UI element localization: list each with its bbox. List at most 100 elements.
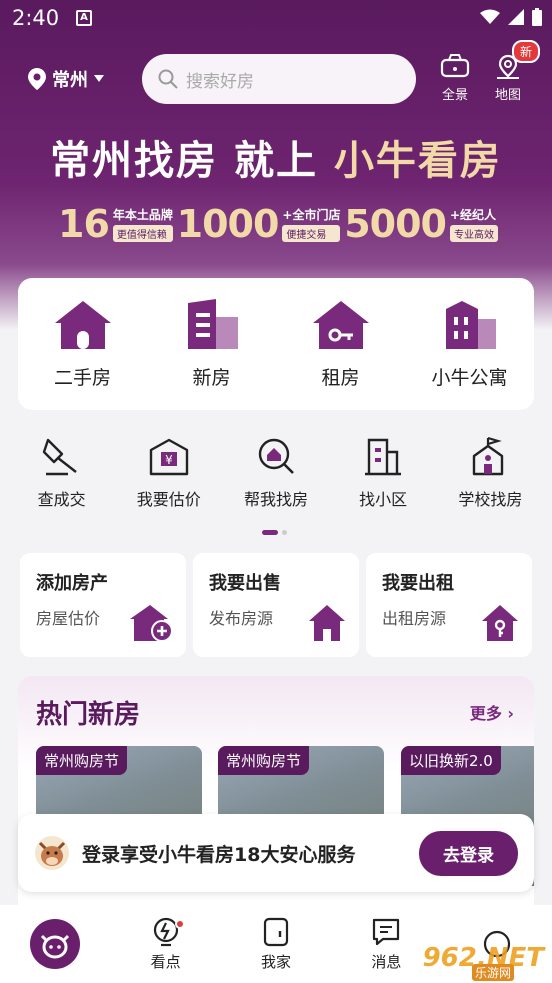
- apartment-icon: [445, 300, 496, 349]
- app-notification-icon: A: [76, 10, 92, 26]
- more-label: 更多: [469, 704, 502, 723]
- indicator-dot-active: [262, 530, 278, 535]
- message-icon: [373, 918, 400, 945]
- action-title: 添加房产: [36, 573, 108, 594]
- stat-number: 16: [58, 202, 110, 246]
- stat-line2: 便捷交易: [282, 225, 341, 242]
- stat-item: 16 年本土品牌更值得信赖: [58, 202, 173, 246]
- gavel-icon: [42, 438, 77, 476]
- rent-out-card[interactable]: 我要出租 出租房源: [366, 553, 532, 657]
- stat-line1: +全市门店: [282, 208, 341, 222]
- login-prompt-text: 登录享受小牛看房18大安心服务: [82, 843, 356, 866]
- category-rent[interactable]: 租房: [286, 299, 396, 390]
- sub-find-house[interactable]: 帮我找房: [226, 436, 326, 510]
- map-label: 地图: [494, 88, 521, 103]
- banner-stats: 16 年本土品牌更值得信赖 1000 +全市门店便捷交易 5000 +经纪人专业…: [58, 202, 498, 246]
- search-placeholder: 搜索好房: [186, 71, 254, 92]
- category-label: 小牛公寓: [431, 366, 508, 389]
- promo-tag: 常州购房节: [36, 746, 128, 775]
- sub-valuation[interactable]: ¥ 我要估价: [119, 436, 219, 510]
- tab-my-home[interactable]: 我家: [231, 917, 321, 972]
- category-label: 租房: [321, 366, 360, 389]
- school-icon: [473, 436, 504, 476]
- stat-line1: +经纪人: [450, 208, 497, 222]
- price-tag-icon: ¥: [149, 438, 188, 476]
- category-apartment[interactable]: 小牛公寓: [415, 299, 525, 390]
- watermark-sub: 乐游网: [471, 964, 514, 981]
- system-icons: [480, 8, 542, 26]
- mascot-avatar-icon: [35, 836, 69, 870]
- category-label: 新房: [192, 366, 231, 389]
- battery-icon: [532, 8, 542, 26]
- section-title: 热门新房: [36, 700, 141, 730]
- more-link[interactable]: 更多 ›: [470, 700, 514, 724]
- slogan-brand: 小牛看房: [333, 138, 502, 184]
- page-indicator: [262, 530, 287, 535]
- sub-label: 学校找房: [458, 490, 523, 509]
- svg-text:¥: ¥: [165, 453, 173, 467]
- sub-school-house[interactable]: 学校找房: [440, 436, 540, 510]
- status-bar: 2:40 A: [0, 0, 552, 36]
- chevron-right-icon: ›: [507, 704, 514, 723]
- vr-glasses-icon: [440, 54, 470, 78]
- city-name: 常州: [52, 70, 88, 91]
- stat-line2: 更值得信赖: [112, 225, 173, 242]
- city-selector[interactable]: 常州: [28, 66, 104, 92]
- tab-messages[interactable]: 消息: [341, 917, 431, 972]
- action-title: 我要出租: [382, 573, 454, 594]
- tab-label: 看点: [150, 952, 181, 971]
- promo-tag: 以旧换新2.0: [401, 746, 501, 775]
- panorama-label: 全景: [441, 88, 468, 103]
- sell-card[interactable]: 我要出售 发布房源: [193, 553, 359, 657]
- wifi-icon: [480, 9, 500, 24]
- search-icon: [158, 69, 178, 89]
- bottom-tab-bar: 看点 我家 消息 962.NET 乐游网: [0, 905, 552, 983]
- promo-tag: 常州购房节: [218, 746, 310, 775]
- stat-item: 5000 +经纪人专业高效: [344, 202, 498, 246]
- top-bar: 常州 搜索好房 全景 地图 新: [0, 40, 552, 108]
- home-logo-icon: [30, 919, 81, 969]
- search-input[interactable]: 搜索好房: [142, 54, 416, 104]
- house-sell-icon: [309, 605, 345, 641]
- sub-label: 查成交: [37, 490, 86, 509]
- stat-number: 1000: [176, 202, 280, 246]
- sub-category-row: 查成交 ¥ 我要估价 帮我找房 找小区 学校找房: [0, 436, 552, 510]
- action-card-row: 添加房产 房屋估价 我要出售 发布房源 我要出租 出租房源: [20, 553, 532, 657]
- key-house-icon: [312, 300, 369, 349]
- action-title: 我要出售: [209, 573, 281, 594]
- main-category-card: 二手房 新房 租房 小牛公寓: [18, 278, 534, 410]
- tab-highlights[interactable]: 看点: [121, 917, 211, 972]
- new-badge: 新: [511, 40, 540, 63]
- house-add-icon: [130, 605, 173, 642]
- category-new-house[interactable]: 新房: [157, 298, 267, 390]
- sub-check-deals[interactable]: 查成交: [12, 436, 112, 510]
- category-second-hand[interactable]: 二手房: [28, 299, 138, 390]
- login-prompt: 登录享受小牛看房18大安心服务 去登录: [18, 814, 534, 892]
- signal-icon: [508, 9, 524, 25]
- slogan-part1: 常州找房 就上: [50, 138, 318, 184]
- home-card-icon: [263, 917, 289, 946]
- stat-line2: 专业高效: [450, 225, 498, 242]
- status-time: 2:40: [12, 6, 60, 30]
- indicator-dot: [282, 530, 287, 535]
- tab-label: 我家: [260, 952, 291, 971]
- login-button[interactable]: 去登录: [419, 830, 518, 876]
- search-house-icon: [258, 438, 294, 474]
- house-key-icon: [482, 605, 518, 641]
- add-property-card[interactable]: 添加房产 房屋估价: [20, 553, 186, 657]
- building-icon: [187, 298, 238, 349]
- tab-home[interactable]: [10, 918, 100, 970]
- map-button[interactable]: 地图 新: [488, 40, 540, 103]
- sub-label: 我要估价: [136, 490, 201, 509]
- stat-line1: 年本土品牌: [112, 208, 173, 222]
- stat-number: 5000: [344, 202, 447, 246]
- category-label: 二手房: [53, 366, 111, 389]
- location-pin-icon: [28, 68, 46, 90]
- notification-dot: [174, 918, 185, 929]
- sub-label: 找小区: [359, 490, 408, 509]
- caret-down-icon: [94, 75, 104, 82]
- sub-community[interactable]: 找小区: [333, 436, 433, 510]
- community-icon: [365, 438, 402, 476]
- panorama-button[interactable]: 全景: [435, 54, 475, 103]
- tab-label: 消息: [371, 952, 402, 971]
